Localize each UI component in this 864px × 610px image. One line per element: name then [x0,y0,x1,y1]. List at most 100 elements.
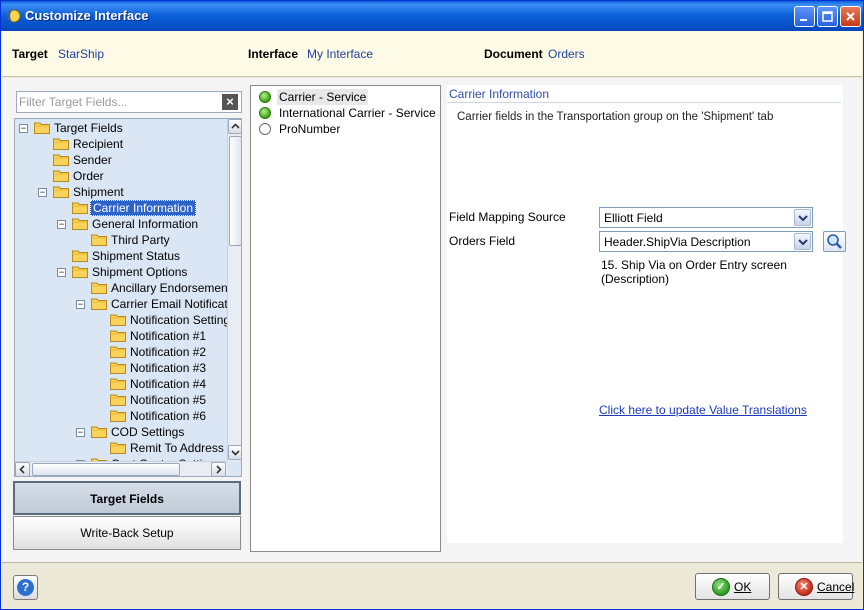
collapse-toggle-icon[interactable]: − [57,268,66,277]
cancel-label: Cancel [817,580,855,594]
target-field-list[interactable]: Carrier - Service International Carrier -… [250,85,441,552]
folder-icon [110,345,126,358]
ok-button[interactable]: ✓ OK [695,573,770,600]
tree-node[interactable]: Shipment Status [15,248,227,264]
update-value-translations-link[interactable]: Click here to update Value Translations [599,403,807,417]
cancel-icon: ✕ [795,578,813,596]
title-bar[interactable]: Customize Interface [1,1,863,31]
tree-node-label: Shipment [73,185,124,199]
close-button[interactable] [840,6,861,27]
tree-node-label: Notification #1 [130,329,207,343]
context-info-bar: Target StarShip Interface My Interface D… [2,31,862,77]
tree-node-label: Shipment Status [92,249,181,263]
help-button[interactable]: ? [13,575,38,600]
collapse-toggle-icon[interactable]: − [57,220,66,229]
tree-node-label: Notification Settings [130,313,227,327]
folder-icon [91,281,107,294]
chevron-up-icon [231,123,240,129]
chevron-right-icon [216,465,222,474]
tree-node[interactable]: Remit To Address [15,440,227,456]
tree-node[interactable]: Notification #2 [15,344,227,360]
write-back-setup-nav-button[interactable]: Write-Back Setup [13,516,241,550]
folder-icon [53,185,69,198]
tree-node[interactable]: Notification #4 [15,376,227,392]
scroll-down-button[interactable] [228,445,241,460]
folder-icon [110,409,126,422]
tree-node-label: Carrier Email Notification [111,297,227,311]
tree-node-label: Notification #3 [130,361,207,375]
tree-node[interactable]: − Target Fields [15,120,227,136]
tree-node[interactable]: Notification Settings [15,312,227,328]
clear-filter-icon[interactable]: × [222,94,238,110]
folder-icon [110,329,126,342]
orders-field-select[interactable]: Header.ShipVia Description [599,231,813,252]
cancel-button[interactable]: ✕ Cancel [778,573,855,600]
minimize-button[interactable] [794,6,815,27]
tree-node[interactable]: − Carrier Email Notification [15,296,227,312]
ok-label: OK [734,580,752,594]
tree-node[interactable]: Notification #6 [15,408,227,424]
maximize-button[interactable] [817,6,838,27]
mapped-status-icon [259,107,271,119]
tree-viewport: − Target Fields Recipient Sender Order − Shipm… [15,119,227,461]
tree-node-label: Shipment Options [92,265,188,279]
chevron-down-icon [798,239,808,246]
orders-field-label: Orders Field [449,234,516,248]
folder-icon [72,201,88,214]
interface-label: Interface [248,47,299,61]
tree-node[interactable]: Sender [15,152,227,168]
target-fields-nav-button[interactable]: Target Fields [13,481,241,515]
tree-node[interactable]: Notification #1 [15,328,227,344]
tree-node-label: Sender [73,153,112,167]
tree-node-label: Notification #6 [130,409,207,423]
field-mapping-source-dropdown-button[interactable] [794,209,811,226]
dialog-footer: ? ✓ OK ✕ Cancel [2,562,862,609]
tree-horizontal-scrollbar[interactable] [15,461,227,476]
scroll-right-button[interactable] [211,462,226,476]
window-title: Customize Interface [25,8,149,23]
orders-field-dropdown-button[interactable] [794,233,811,250]
filter-target-fields-input[interactable] [19,93,215,111]
field-detail-panel: Carrier Information Carrier fields in th… [447,85,846,543]
document-value: Orders [548,47,585,61]
collapse-toggle-icon[interactable]: − [38,188,47,197]
field-list-item-label: Carrier - Service [277,89,369,105]
tree-node-label: Order [73,169,104,183]
scroll-up-button[interactable] [228,119,241,134]
tree-node[interactable]: Ancillary Endorsement [15,280,227,296]
folder-icon [110,313,126,326]
tree-node-label: Ancillary Endorsement [111,281,227,295]
scroll-left-button[interactable] [15,462,30,476]
folder-icon [110,361,126,374]
folder-icon [53,137,69,150]
folder-icon [91,425,107,438]
tree-node[interactable]: Third Party [15,232,227,248]
tree-node-label: Recipient [73,137,124,151]
orders-field-lookup-button[interactable] [823,231,846,252]
folder-icon [110,377,126,390]
orders-field-value: Header.ShipVia Description [604,235,751,249]
tree-node[interactable]: Recipient [15,136,227,152]
detail-description: Carrier fields in the Transportation gro… [457,111,774,123]
tree-node[interactable]: Order [15,168,227,184]
tree-node-label: Target Fields [54,121,123,135]
collapse-toggle-icon[interactable]: − [76,428,85,437]
tree-node[interactable]: Carrier Information [15,200,227,216]
tree-node[interactable]: − Shipment [15,184,227,200]
tree-node[interactable]: − General Information [15,216,227,232]
tree-node-label: Notification #5 [130,393,207,407]
tree-node[interactable]: Notification #3 [15,360,227,376]
field-mapping-source-select[interactable]: Elliott Field [599,207,813,228]
tree-node[interactable]: − Shipment Options [15,264,227,280]
horizontal-scroll-thumb[interactable] [32,463,180,476]
tree-vertical-scrollbar[interactable] [227,119,241,461]
tree-node[interactable]: − COD Settings [15,424,227,440]
tree-node[interactable]: Notification #5 [15,392,227,408]
vertical-scroll-thumb[interactable] [229,136,241,246]
folder-icon [110,393,126,406]
collapse-toggle-icon[interactable]: − [19,124,28,133]
main-content: × − Target Fields Recipient Sender Order − Shi… [2,78,862,562]
maximize-icon [822,11,833,22]
target-fields-tree[interactable]: − Target Fields Recipient Sender Order − Shipm… [14,118,242,477]
collapse-toggle-icon[interactable]: − [76,300,85,309]
